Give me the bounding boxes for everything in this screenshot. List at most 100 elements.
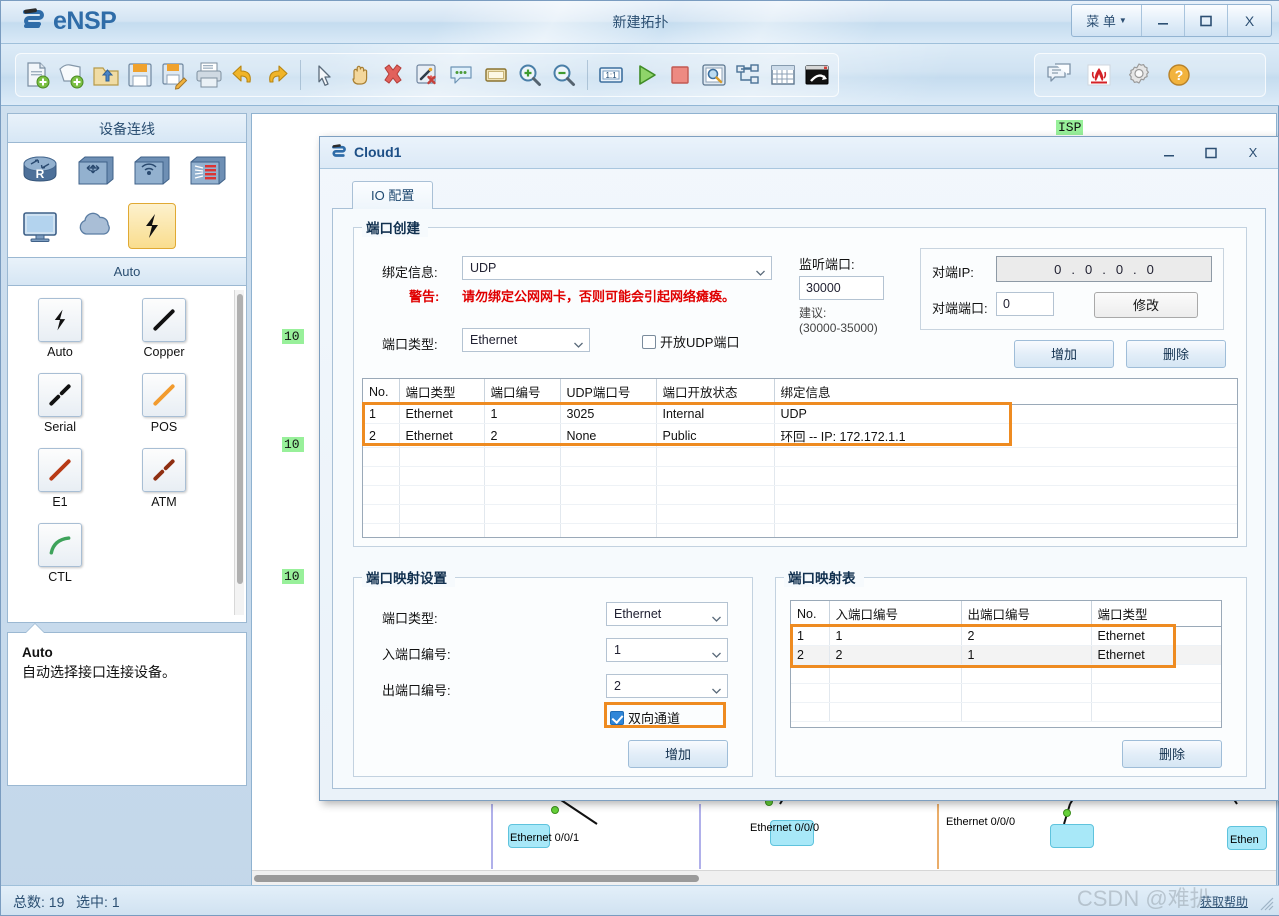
scrollbar-thumb[interactable] [237,294,243,584]
modify-button[interactable]: 修改 [1094,292,1198,318]
menu-button[interactable]: 菜 单 ▼ [1072,5,1142,36]
bidirectional-channel-checkbox[interactable]: 双向通道 [610,708,680,727]
zoom-out-icon[interactable] [549,57,579,93]
table-row[interactable]: 1 Ethernet 1 3025 Internal UDP [363,404,1237,424]
window-resize-grip[interactable] [1260,897,1274,911]
print-icon[interactable] [193,57,223,93]
port-table-grid: No. 端口类型 端口编号 UDP端口号 端口开放状态 绑定信息 1 Ether… [363,379,1237,537]
sidebar-device-link[interactable] [128,203,176,249]
add-port-button[interactable]: 增加 [1014,340,1114,368]
table-row[interactable]: 2 Ethernet 2 None Public 环回 -- IP: 172.1… [363,423,1237,448]
delete-link-icon[interactable] [412,57,442,93]
grid-icon[interactable] [768,57,798,93]
get-help-link[interactable]: 获取帮助 [1200,893,1248,910]
binding-info-label: 绑定信息: [382,265,438,280]
open-folder-icon[interactable] [91,57,121,93]
redo-icon[interactable] [262,57,292,93]
add-mapping-button[interactable]: 增加 [628,740,728,768]
status-bar: 总数: 19 选中: 1 获取帮助 CSDN @难扒... [1,885,1279,915]
link-item-copper[interactable]: Copper [112,298,216,359]
canvas-horizontal-scrollbar[interactable] [252,870,1276,885]
ctl-link-icon [38,523,82,567]
close-button[interactable]: X [1228,5,1271,36]
table-row-empty[interactable] [363,447,1237,467]
port-table-col-status: 端口开放状态 [656,379,775,405]
table-row-empty[interactable] [363,523,1237,537]
link-item-ctl[interactable]: CTL [8,523,112,584]
table-row[interactable]: 1 1 2 Ethernet [791,626,1221,646]
table-row-empty[interactable] [363,504,1237,524]
sidebar-device-firewall[interactable] [184,149,232,195]
mapping-col-outport: 出端口编号 [961,601,1092,627]
listen-port-input[interactable]: 30000 [799,276,884,300]
select-pointer-icon[interactable] [309,57,339,93]
port-type-select[interactable]: Ethernet [462,328,590,352]
text-balloon-icon[interactable] [446,57,476,93]
open-udp-port-checkbox[interactable]: 开放UDP端口 [642,332,739,351]
tab-io-config[interactable]: IO 配置 [352,181,434,210]
table-row[interactable]: 2 2 1 Ethernet [791,645,1221,665]
port-table-col-binding: 绑定信息 [774,379,1237,405]
chevron-down-icon [712,682,721,694]
capture-packet-icon[interactable] [699,57,729,93]
dialog-minimize-button[interactable] [1148,139,1190,166]
maximize-button[interactable] [1185,5,1228,36]
minimize-button[interactable] [1142,5,1185,36]
link-label: E1 [52,495,68,509]
cell-binding: UDP [774,404,1237,424]
new-blank-icon[interactable] [56,57,86,93]
feedback-icon[interactable] [1041,57,1077,93]
huawei-logo-icon[interactable] [1081,57,1117,93]
link-item-atm[interactable]: ATM [112,448,216,509]
link-grid-scrollbar[interactable] [234,290,244,615]
start-device-icon[interactable] [630,57,660,93]
dialog-close-button[interactable]: X [1232,139,1274,166]
peer-port-input[interactable]: 0 [996,292,1054,316]
delete-port-button[interactable]: 删除 [1126,340,1226,368]
pan-hand-icon[interactable] [343,57,373,93]
mapping-port-type-select[interactable]: Ethernet [606,602,728,626]
settings-gear-icon[interactable] [1121,57,1157,93]
table-row-empty[interactable] [791,664,1221,684]
delete-x-icon[interactable] [378,57,408,93]
link-item-pos[interactable]: POS [112,373,216,434]
sidebar-device-cloud[interactable] [72,203,120,249]
delete-mapping-button[interactable]: 删除 [1122,740,1222,768]
new-topology-icon[interactable] [22,57,52,93]
table-row-empty[interactable] [791,683,1221,703]
scrollbar-thumb[interactable] [254,875,699,882]
sidebar-device-wlan[interactable] [128,149,176,195]
zoom-reset-icon[interactable]: 1:1 [596,57,626,93]
help-question-icon[interactable]: ? [1161,57,1197,93]
save-as-icon[interactable] [159,57,189,93]
port-table[interactable]: No. 端口类型 端口编号 UDP端口号 端口开放状态 绑定信息 1 Ether… [362,378,1238,538]
router-icon: R [23,156,57,182]
console-icon[interactable] [802,57,832,93]
port-mapping-table[interactable]: No. 入端口编号 出端口编号 端口类型 1 1 2 Ethernet 2 2 … [790,600,1222,728]
listen-port-label: 监听端口: [799,257,855,272]
link-item-e1[interactable]: E1 [8,448,112,509]
table-row-empty[interactable] [791,702,1221,722]
sidebar-device-endpoint[interactable] [16,203,64,249]
save-icon[interactable] [125,57,155,93]
out-port-select[interactable]: 2 [606,674,728,698]
stop-device-icon[interactable] [665,57,695,93]
peer-ip-octet-4: 0 [1146,261,1154,277]
peer-ip-input[interactable]: 0 . 0 . 0 . 0 [996,256,1212,282]
topology-node[interactable] [1050,824,1094,848]
cell-port-num: 1 [484,404,561,424]
topology-tree-icon[interactable] [733,57,763,93]
undo-icon[interactable] [228,57,258,93]
mapping-port-type-label: 端口类型: [382,611,438,626]
table-row-empty[interactable] [363,485,1237,505]
in-port-select[interactable]: 1 [606,638,728,662]
dialog-maximize-button[interactable] [1190,139,1232,166]
sidebar-device-router[interactable]: R [16,149,64,195]
zoom-in-icon[interactable] [515,57,545,93]
rectangle-icon[interactable] [481,57,511,93]
sidebar-device-switch[interactable] [72,149,120,195]
binding-info-select[interactable]: UDP [462,256,772,280]
link-item-serial[interactable]: Serial [8,373,112,434]
table-row-empty[interactable] [363,466,1237,486]
link-item-auto[interactable]: Auto [8,298,112,359]
